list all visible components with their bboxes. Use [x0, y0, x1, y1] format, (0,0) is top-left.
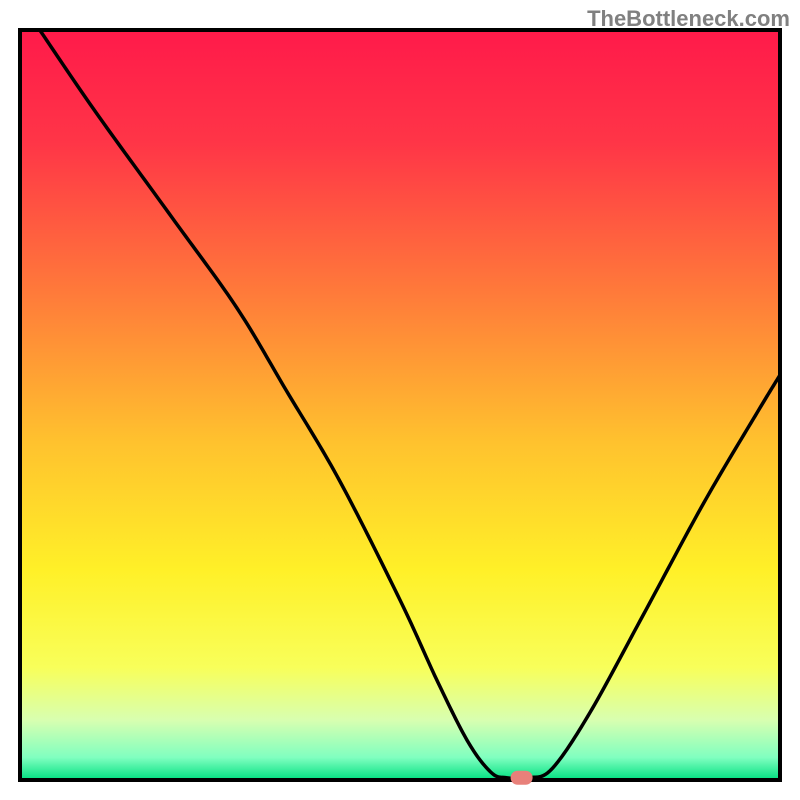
bottleneck-chart — [0, 0, 800, 800]
gradient-background — [20, 30, 780, 780]
chart-container: TheBottleneck.com — [0, 0, 800, 800]
watermark-text: TheBottleneck.com — [587, 6, 790, 32]
optimum-marker — [511, 771, 533, 785]
